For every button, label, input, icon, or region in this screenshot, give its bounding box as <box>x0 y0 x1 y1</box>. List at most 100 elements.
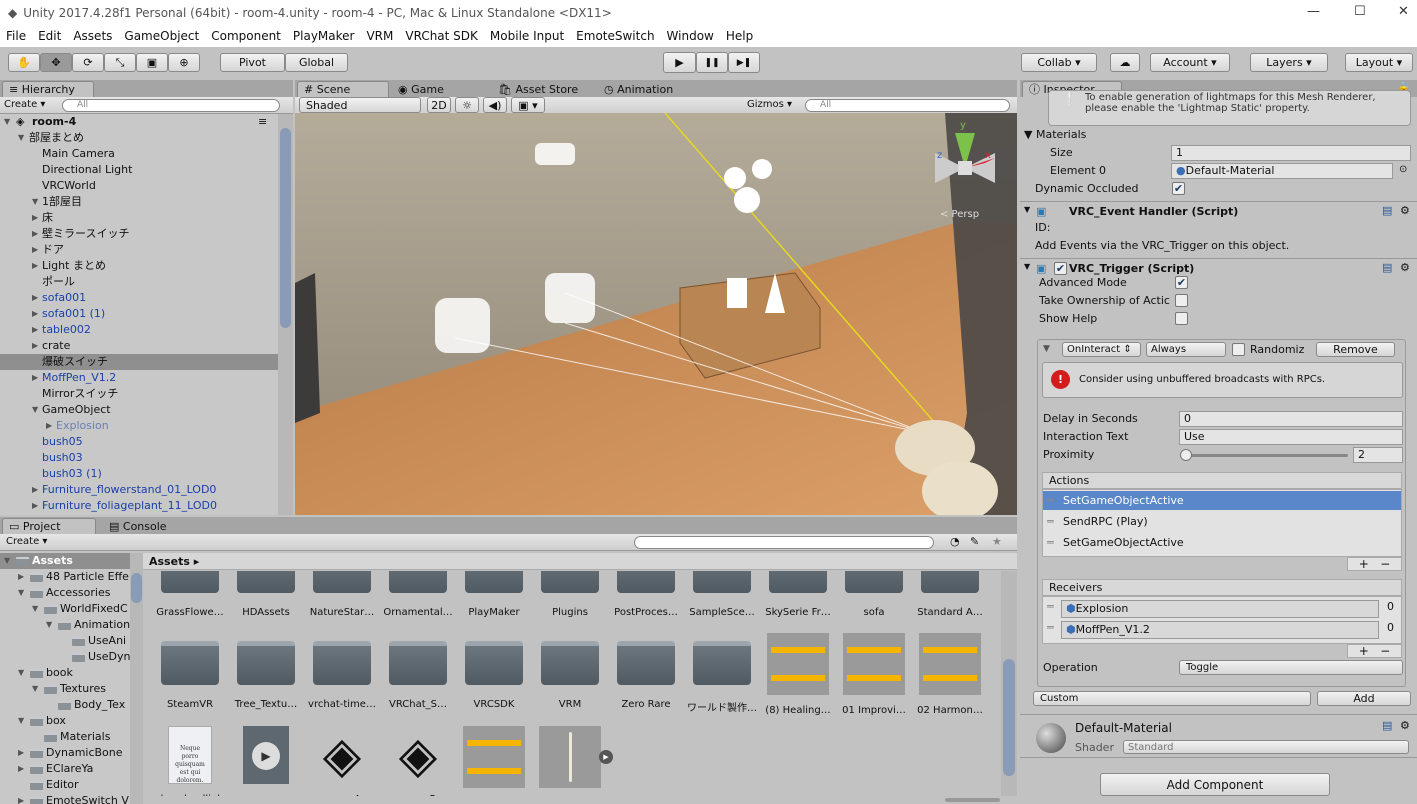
proximity-slider-handle[interactable] <box>1180 449 1192 461</box>
asset-item[interactable]: HDAssets <box>228 571 304 618</box>
hierarchy-item[interactable]: Main Camera <box>0 146 278 162</box>
shader-dropdown[interactable]: Standard <box>1123 740 1409 754</box>
collapsed-arrow-icon[interactable]: ▶ <box>18 569 28 585</box>
remove-button[interactable]: Remove <box>1316 342 1395 357</box>
expanded-arrow-icon[interactable]: ▼ <box>18 665 28 681</box>
menu-gameobject[interactable]: GameObject <box>118 29 205 43</box>
project-folder-item[interactable]: ▼ WorldFixedC <box>0 601 130 617</box>
collab-button[interactable]: Collab ▾ <box>1021 53 1097 72</box>
delay-field[interactable]: 0 <box>1179 411 1403 427</box>
layers-dropdown[interactable]: Layers ▾ <box>1250 53 1328 72</box>
asset-item[interactable]: Ornamental… <box>380 571 456 618</box>
receiver-object-field[interactable]: ⬢Explosion <box>1061 600 1379 618</box>
asset-item[interactable]: SkySerie Fr… <box>760 571 836 618</box>
asset-item[interactable]: VRM <box>532 633 608 710</box>
asset-item[interactable]: Standard A… <box>912 571 988 618</box>
scene-viewport[interactable]: y x z < Persp <box>295 113 1017 515</box>
receiver-object-field[interactable]: ⬢MoffPen_V1.2 <box>1061 621 1379 639</box>
drag-handle-icon[interactable]: ═ <box>1047 599 1054 615</box>
project-create-button[interactable]: Create ▾ <box>6 536 47 547</box>
advanced-mode-checkbox[interactable]: ✔ <box>1175 276 1188 289</box>
hierarchy-item[interactable]: Directional Light <box>0 162 278 178</box>
hierarchy-item[interactable]: VRCWorld <box>0 178 278 194</box>
asset-item[interactable]: seishishita… <box>456 726 532 796</box>
event-foldout-icon[interactable]: ▼ <box>1043 344 1050 354</box>
rect-tool-button[interactable]: ▣ <box>136 53 168 72</box>
asset-item[interactable]: SampleSce… <box>684 571 760 618</box>
expanded-arrow-icon[interactable]: ▼ <box>32 601 42 617</box>
account-dropdown[interactable]: Account ▾ <box>1150 53 1230 72</box>
step-button[interactable]: ▶❚ <box>728 52 760 73</box>
minimize-button[interactable]: — <box>1307 4 1320 19</box>
asset-item[interactable]: ▶ press <box>228 726 304 796</box>
project-folder-item[interactable]: ▶ EClareYa <box>0 761 130 777</box>
proximity-slider-track[interactable] <box>1185 454 1348 457</box>
hierarchy-item[interactable]: ポール <box>0 274 278 290</box>
hierarchy-item[interactable]: ▼ 部屋まとめ <box>0 130 278 146</box>
hierarchy-item[interactable]: ▼ GameObject <box>0 402 278 418</box>
action-item[interactable]: ═ SetGameObjectActive <box>1043 533 1401 552</box>
scale-tool-button[interactable]: ⤡ <box>104 53 136 72</box>
close-button[interactable]: ✕ <box>1398 4 1409 19</box>
create-button[interactable]: Create ▾ <box>4 99 45 110</box>
project-folder-item[interactable]: ▼ Textures <box>0 681 130 697</box>
pivot-toggle[interactable]: Pivot <box>220 53 285 72</box>
menu-file[interactable]: File <box>0 29 32 43</box>
show-help-checkbox[interactable] <box>1175 312 1188 325</box>
gear-icon[interactable]: ⚙ <box>1400 261 1410 274</box>
expanded-arrow-icon[interactable]: ▼ <box>18 130 28 146</box>
drag-handle-icon[interactable]: ═ <box>1047 533 1054 552</box>
expanded-arrow-icon[interactable]: ▼ <box>18 713 28 729</box>
add-action-button[interactable]: + <box>1359 557 1369 571</box>
receiver-item[interactable]: ═ ⬢Explosion 0 <box>1043 599 1401 618</box>
project-folder-item[interactable]: UseDyn <box>0 649 130 665</box>
take-ownership-checkbox[interactable] <box>1175 294 1188 307</box>
collapsed-arrow-icon[interactable]: ▶ <box>32 370 42 386</box>
action-item[interactable]: ═ SendRPC (Play) <box>1043 512 1401 531</box>
asset-item[interactable]: NatureStar… <box>304 571 380 618</box>
hierarchy-search-input[interactable]: All <box>62 99 280 112</box>
audio-toggle-icon[interactable]: ◀) <box>483 97 507 113</box>
filter-by-label-icon[interactable]: ✎ <box>970 535 979 548</box>
project-folder-item[interactable]: UseAni <box>0 633 130 649</box>
dynamic-occluded-checkbox[interactable]: ✔ <box>1172 182 1185 195</box>
transform-tool-button[interactable]: ⊕ <box>168 53 200 72</box>
filter-by-type-icon[interactable]: ◔ <box>950 535 960 548</box>
gizmos-dropdown[interactable]: Gizmos ▾ <box>747 99 792 110</box>
receiver-item[interactable]: ═ ⬢MoffPen_V1.2 0 <box>1043 620 1401 639</box>
project-folder-item[interactable]: Editor <box>0 777 130 793</box>
collapsed-arrow-icon[interactable]: ▶ <box>32 322 42 338</box>
hierarchy-item[interactable]: bush03 (1) <box>0 466 278 482</box>
project-folder-item[interactable]: ▼ Assets <box>0 553 130 569</box>
expanded-arrow-icon[interactable]: ▼ <box>18 585 28 601</box>
menu-window[interactable]: Window <box>661 29 720 43</box>
project-folder-item[interactable]: ▼ box <box>0 713 130 729</box>
asset-item[interactable]: ◈ room-5 <box>380 726 456 796</box>
randomize-checkbox[interactable] <box>1232 343 1245 356</box>
tab-game[interactable]: ◉ Game <box>391 81 489 97</box>
collapsed-arrow-icon[interactable]: ▶ <box>32 290 42 306</box>
hierarchy-item[interactable]: ▶ Furniture_flowerstand_01_LOD0 <box>0 482 278 498</box>
menu-vrm[interactable]: VRM <box>360 29 399 43</box>
hierarchy-item[interactable]: ▶ Light まとめ <box>0 258 278 274</box>
collapsed-arrow-icon[interactable]: ▶ <box>32 242 42 258</box>
project-folder-item[interactable]: ▼ Accessories <box>0 585 130 601</box>
event-handler-header[interactable]: ▼ ▣ VRC_Event Handler (Script) ▤ ⚙ <box>1020 201 1417 221</box>
effects-dropdown-icon[interactable]: ▣ ▾ <box>511 97 545 113</box>
hand-tool-button[interactable]: ✋ <box>8 53 40 72</box>
collapsed-arrow-icon[interactable]: ▶ <box>32 306 42 322</box>
collapsed-arrow-icon[interactable]: ▶ <box>32 498 42 514</box>
asset-item[interactable]: SteamVR <box>152 633 228 710</box>
menu-help[interactable]: Help <box>720 29 759 43</box>
tab-animation[interactable]: ◷ Animation <box>597 81 689 97</box>
menu-emoteswitch[interactable]: EmoteSwitch <box>570 29 660 43</box>
collapsed-arrow-icon[interactable]: ▶ <box>32 258 42 274</box>
hierarchy-item[interactable]: ▶ MoffPen_V1.2 <box>0 370 278 386</box>
asset-item[interactable]: vrchat-time… <box>304 633 380 710</box>
hierarchy-item[interactable]: ▶ Explosion <box>0 418 278 434</box>
hierarchy-item[interactable]: ▶ Furniture_foliageplant_11_LOD0 <box>0 498 278 514</box>
tab-asset-store[interactable]: 🛍 Asset Store <box>491 81 595 97</box>
asset-item[interactable]: sofa <box>836 571 912 618</box>
asset-item[interactable]: PlayMaker <box>456 571 532 618</box>
asset-item[interactable]: PostProces… <box>608 571 684 618</box>
